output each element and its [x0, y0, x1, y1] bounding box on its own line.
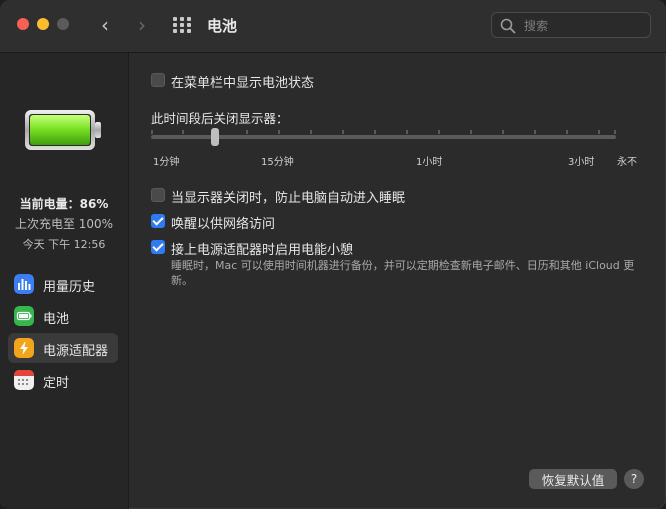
- charge-timestamp: 今天 下午 12:56: [22, 238, 106, 251]
- sidebar-item-label: 用量历史: [43, 280, 96, 295]
- minimize-button[interactable]: [37, 18, 49, 30]
- prevent-sleep-checkbox[interactable]: [151, 188, 165, 202]
- battery-level-icon: [25, 110, 101, 150]
- power-nap-label: 接上电源适配器时启用电能小憩: [171, 243, 354, 258]
- close-button[interactable]: [17, 18, 29, 30]
- sidebar-item-battery[interactable]: 电池: [8, 301, 118, 331]
- sidebar-item-power-adapter[interactable]: 电源适配器: [8, 333, 118, 363]
- sidebar-item-label: 定时: [43, 376, 70, 391]
- usage-history-icon: [14, 274, 34, 294]
- preferences-window: ‹ › 电池 搜索 当前电量：86% 上次充电至 100% 今天 下午 12:5…: [0, 0, 666, 509]
- slider-ticks: [151, 130, 616, 134]
- back-chevron-icon[interactable]: ‹: [94, 14, 116, 36]
- power-adapter-icon: [14, 338, 34, 358]
- battery-icon: [14, 306, 34, 326]
- search-field[interactable]: [491, 12, 651, 38]
- restore-defaults-button[interactable]: 恢复默认值: [529, 469, 617, 489]
- sidebar-item-usage-history[interactable]: 用量历史: [8, 269, 118, 299]
- main-panel: 在菜单栏中显示电池状态 此时间段后关闭显示器： 1分钟 15分钟 1小时 3小时…: [129, 53, 666, 509]
- window-title: 电池: [207, 17, 238, 35]
- power-nap-note: 睡眠时，Mac 可以使用时间机器进行备份，并可以定期检查新电子邮件、日历和其他 …: [171, 259, 635, 287]
- zoom-button[interactable]: [57, 18, 69, 30]
- prevent-sleep-label: 当显示器关闭时，防止电脑自动进入睡眠: [171, 191, 406, 206]
- tick-label-never: 永不: [617, 157, 637, 168]
- wake-network-label: 唤醒以供网络访问: [171, 217, 276, 232]
- search-icon: [500, 18, 516, 34]
- wake-network-checkbox[interactable]: [151, 214, 165, 228]
- forward-chevron-icon[interactable]: ›: [131, 14, 153, 36]
- title-bar: ‹ › 电池: [0, 0, 666, 53]
- current-charge: 当前电量：86%: [19, 197, 109, 211]
- tick-label-3hours: 3小时: [568, 157, 595, 168]
- slider-thumb: [211, 128, 219, 146]
- show-all-grid-icon[interactable]: [172, 16, 192, 34]
- tick-label-1min: 1分钟: [153, 157, 180, 168]
- show-in-menubar-label: 在菜单栏中显示电池状态: [171, 76, 315, 91]
- help-button[interactable]: ?: [624, 469, 644, 489]
- tick-label-15min: 15分钟: [261, 157, 294, 168]
- sidebar-item-label: 电源适配器: [43, 344, 109, 359]
- power-nap-checkbox[interactable]: [151, 240, 165, 254]
- schedule-icon: [14, 370, 34, 390]
- search-input[interactable]: [522, 16, 646, 36]
- display-off-label: 此时间段后关闭显示器：: [151, 111, 289, 126]
- sidebar-item-schedule[interactable]: 定时: [8, 365, 118, 395]
- sidebar-item-label: 电池: [43, 312, 70, 327]
- last-charged: 上次充电至 100%: [14, 217, 114, 231]
- tick-label-1hour: 1小时: [416, 157, 443, 168]
- sidebar: 当前电量：86% 上次充电至 100% 今天 下午 12:56 用量历史 电池: [0, 53, 129, 509]
- show-in-menubar-checkbox[interactable]: [151, 73, 165, 87]
- display-off-slider[interactable]: [151, 126, 617, 166]
